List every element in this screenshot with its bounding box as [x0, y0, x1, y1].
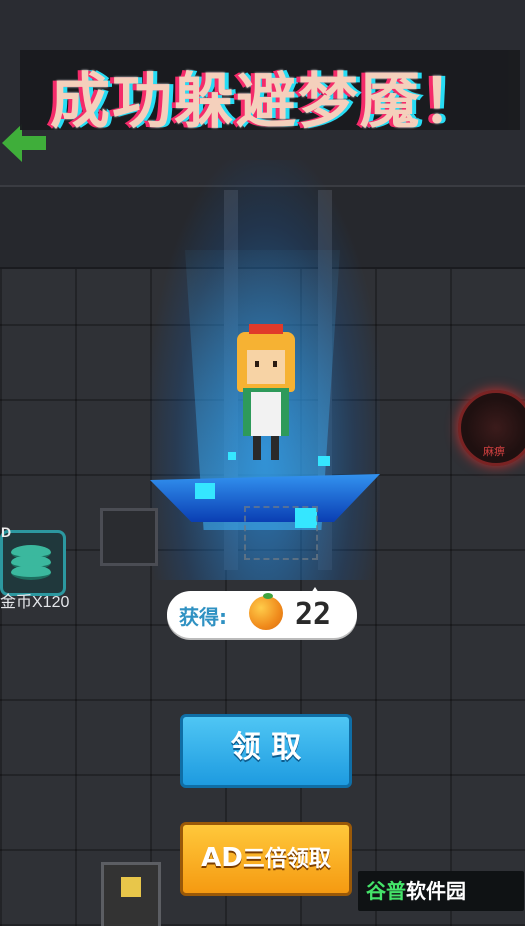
- claim-button-label: 领 取: [230, 730, 302, 765]
- reward-amount: 22: [295, 597, 332, 632]
- watermark: 谷普软件园: [358, 871, 524, 911]
- game-scene: 成功躲避梦魇！ D 金币X120 麻痹 获得: 22 领 取 AD三倍领取 谷普…: [0, 0, 525, 926]
- coin-label: 金币X120: [0, 594, 70, 611]
- demon-sigil-icon: 麻痹: [458, 390, 525, 466]
- player-character: [233, 324, 298, 465]
- ad-triple-claim-button[interactable]: AD三倍领取: [180, 822, 352, 896]
- ad-claim-label: 三倍领取: [242, 847, 331, 872]
- enemy-status: 麻痹: [483, 445, 505, 458]
- coin-badge: D: [1, 524, 12, 540]
- sparkle: [228, 452, 236, 460]
- ad-label: AD: [201, 843, 243, 873]
- orange-icon: [249, 596, 283, 630]
- sparkle: [318, 456, 330, 466]
- furniture-slot: [244, 506, 318, 560]
- upgrade-arrow-icon: [121, 877, 141, 897]
- furniture-machine: [100, 508, 158, 566]
- sparkle: [195, 483, 215, 499]
- banner-title: 成功躲避梦魇！: [50, 67, 484, 137]
- coin-reward-box: D: [0, 524, 66, 596]
- success-banner: 成功躲避梦魇！: [20, 50, 520, 137]
- reward-label: 获得:: [179, 605, 227, 629]
- claim-button[interactable]: 领 取: [180, 714, 352, 788]
- upgrade-chest: [101, 862, 161, 926]
- reward-bubble: 获得: 22: [167, 587, 357, 638]
